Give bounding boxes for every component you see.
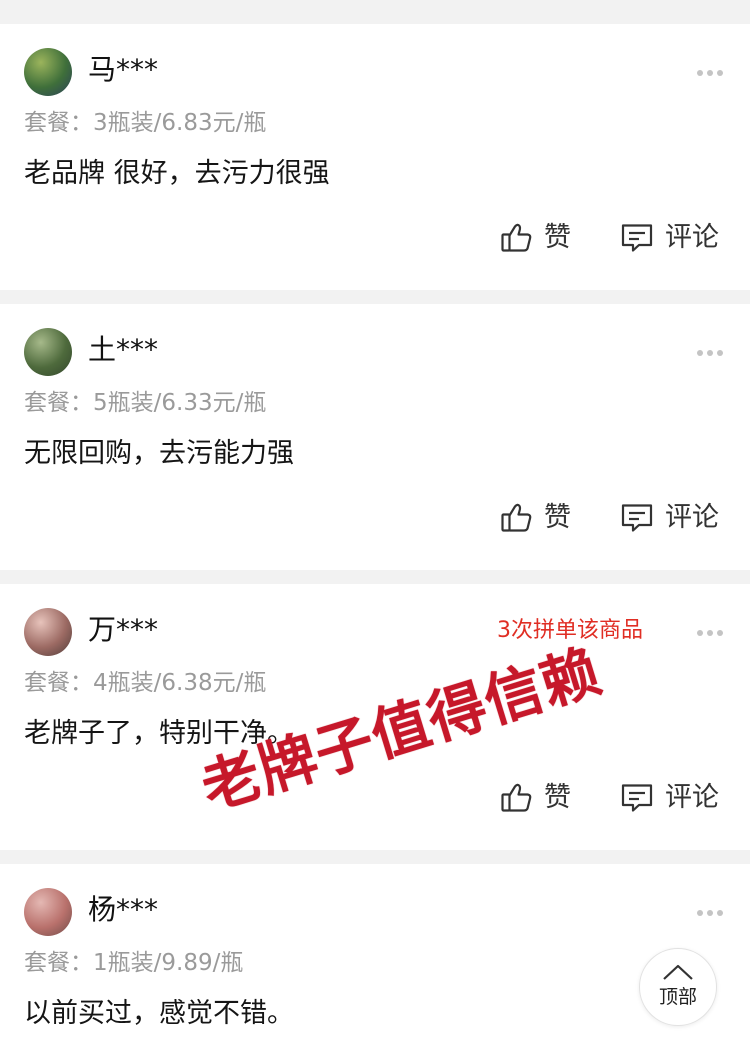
back-to-top-button[interactable]: 顶部 (639, 948, 717, 1026)
package-info: 套餐：4瓶装/6.38元/瓶 (24, 670, 267, 696)
like-label: 赞 (544, 502, 571, 533)
avatar[interactable] (24, 608, 72, 656)
thumbs-up-icon (501, 503, 532, 532)
comment-label: 评论 (665, 782, 719, 813)
like-button[interactable]: 赞 (500, 498, 571, 538)
package-info: 套餐：5瓶装/6.33元/瓶 (24, 390, 267, 416)
like-label: 赞 (544, 222, 571, 253)
comment-icon (621, 504, 653, 532)
package-info: 套餐：1瓶装/9.89/瓶 (24, 950, 244, 976)
reviewer-name: 万*** (88, 613, 159, 646)
more-options-icon[interactable] (697, 628, 727, 638)
comment-button[interactable]: 评论 (619, 778, 719, 818)
package-info: 套餐：3瓶装/6.83元/瓶 (24, 110, 267, 136)
comment-label: 评论 (665, 222, 719, 253)
back-to-top-label: 顶部 (658, 986, 697, 1008)
review-text: 老品牌 很好，去污力很强 (24, 158, 330, 189)
review-card: 土*** 套餐：5瓶装/6.33元/瓶 无限回购，去污能力强 赞 评论 (0, 304, 750, 570)
avatar[interactable] (24, 888, 72, 936)
review-card: 杨*** 套餐：1瓶装/9.89/瓶 以前买过，感觉不错。 (0, 864, 750, 1064)
comment-button[interactable]: 评论 (619, 218, 719, 258)
like-label: 赞 (544, 782, 571, 813)
more-options-icon[interactable] (697, 68, 727, 78)
comment-icon (621, 784, 653, 812)
comment-label: 评论 (665, 502, 719, 533)
review-card: 马*** 套餐：3瓶装/6.83元/瓶 老品牌 很好，去污力很强 赞 评论 (0, 24, 750, 290)
like-button[interactable]: 赞 (500, 218, 571, 258)
avatar[interactable] (24, 328, 72, 376)
like-button[interactable]: 赞 (500, 778, 571, 818)
more-options-icon[interactable] (697, 348, 727, 358)
thumbs-up-icon (501, 223, 532, 252)
more-options-icon[interactable] (697, 908, 727, 918)
reviewer-name: 土*** (88, 333, 159, 366)
chevron-up-icon (663, 964, 693, 980)
thumbs-up-icon (501, 783, 532, 812)
reviewer-name: 杨*** (88, 893, 159, 926)
comment-button[interactable]: 评论 (619, 498, 719, 538)
review-text: 无限回购，去污能力强 (24, 438, 294, 469)
comment-icon (621, 224, 653, 252)
avatar[interactable] (24, 48, 72, 96)
review-text: 以前买过，感觉不错。 (24, 998, 294, 1029)
reviewer-name: 马*** (88, 53, 159, 86)
review-feed: 马*** 套餐：3瓶装/6.83元/瓶 老品牌 很好，去污力很强 赞 评论 土*… (0, 0, 750, 1064)
